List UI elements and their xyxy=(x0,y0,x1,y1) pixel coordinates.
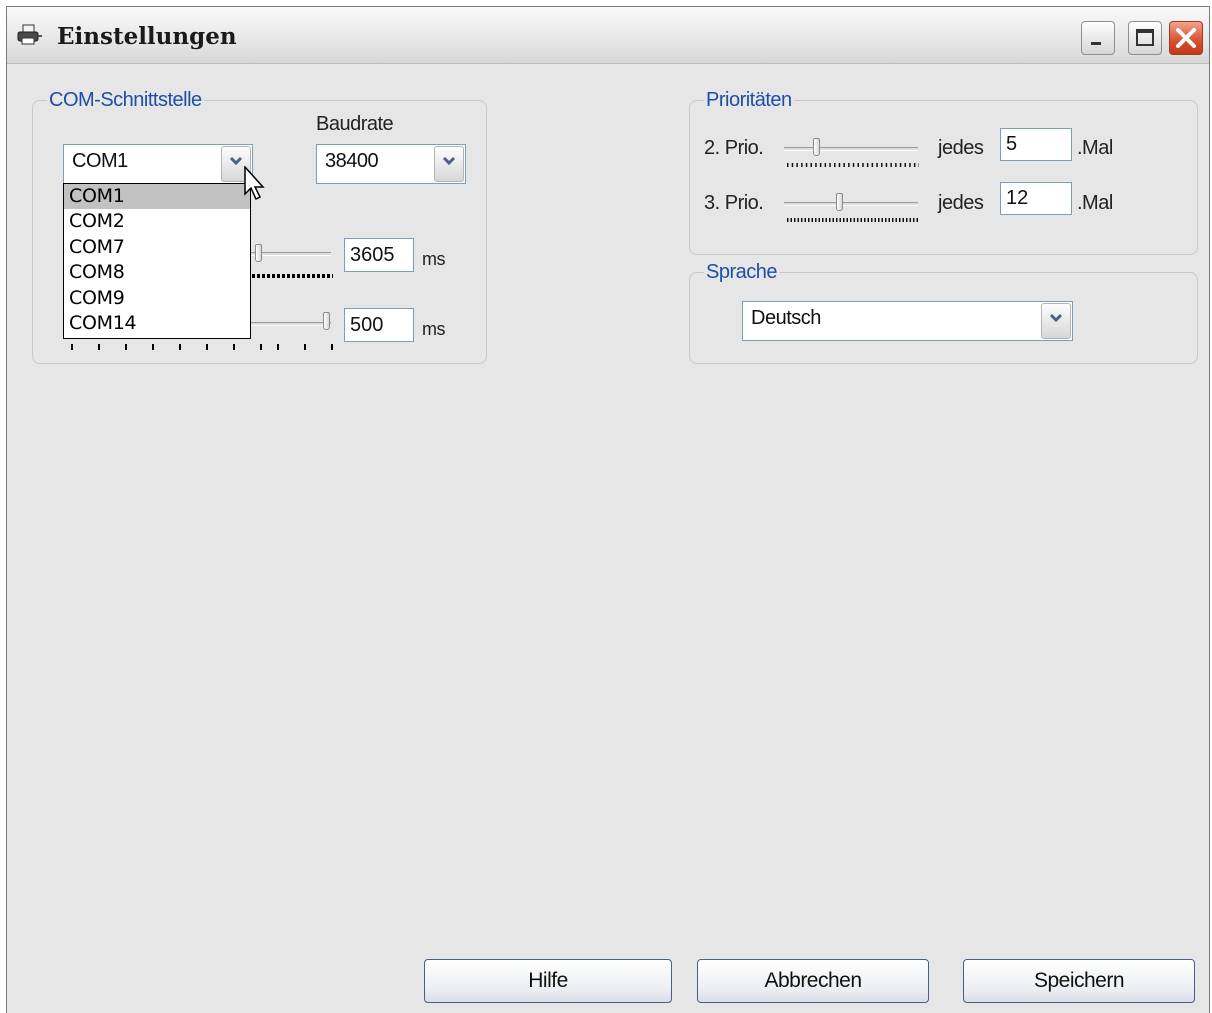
timeout2-unit: ms xyxy=(422,319,446,339)
timeout2-slider-track[interactable] xyxy=(247,322,331,326)
com-port-group-title: COM-Schnittstelle xyxy=(49,89,202,111)
com-port-option[interactable]: COM9 xyxy=(64,286,250,311)
language-value: Deutsch xyxy=(751,307,821,329)
prio3-slider-thumb[interactable] xyxy=(836,193,843,211)
baudrate-dropdown-button[interactable] xyxy=(434,146,464,182)
com-port-dropdown-list[interactable]: COM1 COM2 COM7 COM8 COM9 COM14 xyxy=(63,183,251,339)
maximize-button[interactable] xyxy=(1128,21,1162,55)
close-icon xyxy=(1176,28,1196,48)
prio3-field[interactable] xyxy=(1000,182,1072,215)
timeout2-slider-ticks xyxy=(71,344,333,350)
settings-window: Einstellungen COM-Schnittstelle Baudrate… xyxy=(6,6,1210,1013)
cancel-button[interactable]: Abbrechen xyxy=(697,959,929,1003)
prio2-field[interactable] xyxy=(1000,128,1072,161)
com-port-option[interactable]: COM14 xyxy=(64,311,250,336)
maximize-icon xyxy=(1136,29,1154,46)
prio2-times-label: .Mal xyxy=(1077,137,1113,159)
prio2-slider-track[interactable] xyxy=(784,147,918,151)
baudrate-value: 38400 xyxy=(325,150,379,172)
timeout1-slider-thumb[interactable] xyxy=(255,244,262,262)
com-port-option[interactable]: COM1 xyxy=(64,184,250,210)
prio2-label: 2. Prio. xyxy=(704,137,764,159)
timeout2-slider-thumb[interactable] xyxy=(323,312,330,330)
com-port-option[interactable]: COM2 xyxy=(64,209,250,234)
prio3-slider-ticks xyxy=(787,218,919,222)
timeout2-input[interactable] xyxy=(345,309,413,341)
timeout2-field[interactable] xyxy=(344,308,414,342)
prio3-slider-track[interactable] xyxy=(784,202,918,206)
printer-icon xyxy=(17,24,43,46)
com-port-option[interactable]: COM7 xyxy=(64,235,250,260)
prio3-times-label: .Mal xyxy=(1077,192,1113,214)
title-bar[interactable]: Einstellungen xyxy=(7,7,1209,64)
priorities-group: Prioritäten xyxy=(689,89,1198,255)
save-button[interactable]: Speichern xyxy=(963,959,1195,1003)
minimize-icon xyxy=(1091,42,1101,45)
com-port-option[interactable]: COM8 xyxy=(64,260,250,285)
mouse-cursor-icon xyxy=(244,166,265,201)
prio3-input[interactable] xyxy=(1001,183,1071,214)
com-port-value: COM1 xyxy=(72,150,128,172)
chevron-down-icon xyxy=(1049,313,1063,323)
prio2-input[interactable] xyxy=(1001,129,1071,160)
chevron-down-icon xyxy=(442,156,456,166)
prio2-slider-ticks xyxy=(787,163,919,167)
prio3-label: 3. Prio. xyxy=(704,192,764,214)
baudrate-label: Baudrate xyxy=(316,113,394,135)
priorities-group-title: Prioritäten xyxy=(706,89,792,111)
timeout1-input[interactable] xyxy=(345,239,413,271)
com-port-combobox[interactable]: COM1 xyxy=(63,144,253,184)
language-combobox[interactable]: Deutsch xyxy=(742,301,1073,341)
baudrate-combobox[interactable]: 38400 xyxy=(316,144,466,184)
minimize-button[interactable] xyxy=(1081,21,1115,55)
window-title: Einstellungen xyxy=(57,23,237,50)
prio3-every-label: jedes xyxy=(938,192,984,214)
prio2-every-label: jedes xyxy=(938,137,984,159)
chevron-down-icon xyxy=(229,156,243,166)
timeout1-slider-ticks xyxy=(247,274,333,278)
timeout1-unit: ms xyxy=(422,249,446,269)
language-group-title: Sprache xyxy=(706,261,778,283)
timeout1-field[interactable] xyxy=(344,238,414,272)
prio2-slider-thumb[interactable] xyxy=(813,138,820,156)
language-dropdown-button[interactable] xyxy=(1041,303,1071,339)
help-button[interactable]: Hilfe xyxy=(424,959,672,1003)
close-button[interactable] xyxy=(1169,21,1203,55)
